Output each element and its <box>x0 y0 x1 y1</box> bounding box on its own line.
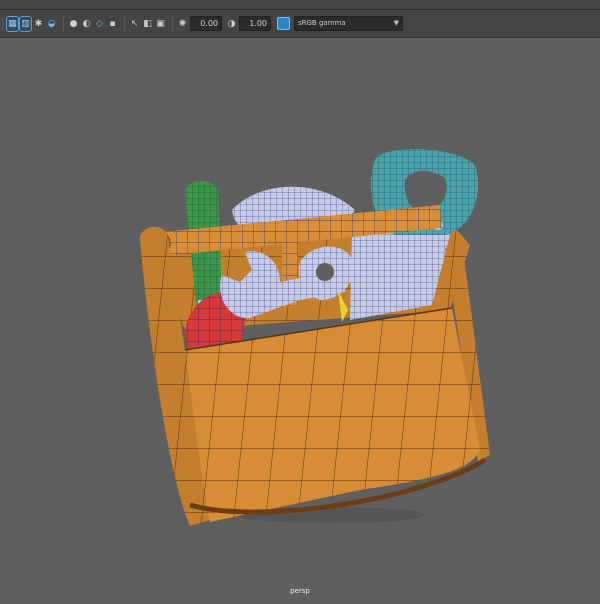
display-icon[interactable]: ◒ <box>46 17 57 31</box>
shadow-icon[interactable]: ● <box>68 17 79 31</box>
viewport[interactable] <box>0 38 600 600</box>
x-ray-icon[interactable]: ◧ <box>142 17 153 31</box>
light-icon[interactable]: ✱ <box>33 17 44 31</box>
two-panel-icon[interactable]: ▦ <box>6 15 19 32</box>
viewport-toolbar: ▦ ▥ ✱ ◒ ● ◐ ◇ ▪ ↖ ◧ ▣ ✺ 0.00 ◑ 1.00 sRGB… <box>0 10 600 38</box>
exposure-field[interactable]: 0.00 <box>190 16 222 31</box>
sphere-icon[interactable]: ◐ <box>81 17 92 31</box>
separator <box>63 16 64 31</box>
separator <box>172 16 173 31</box>
isolate-icon[interactable]: ◇ <box>94 17 105 31</box>
toolbox-scene <box>139 149 490 526</box>
separator <box>124 16 125 31</box>
color-space-dropdown[interactable]: sRGB gamma ▼ <box>294 16 403 31</box>
exposure-icon[interactable]: ✺ <box>177 17 188 31</box>
separator <box>2 16 3 31</box>
color-management-icon[interactable] <box>277 17 290 30</box>
select-tool-icon[interactable]: ↖ <box>129 17 140 31</box>
menu-strip <box>0 0 600 10</box>
grid-toggle-icon[interactable]: ▥ <box>19 15 32 32</box>
gamma-field[interactable]: 1.00 <box>239 16 271 31</box>
camera-label: persp <box>290 587 310 595</box>
wireframe-on-shaded-icon[interactable]: ▣ <box>155 17 166 31</box>
chevron-down-icon: ▼ <box>393 19 399 27</box>
screen-icon[interactable]: ▪ <box>107 17 118 31</box>
gamma-icon[interactable]: ◑ <box>226 17 237 31</box>
color-space-label: sRGB gamma <box>298 19 346 27</box>
